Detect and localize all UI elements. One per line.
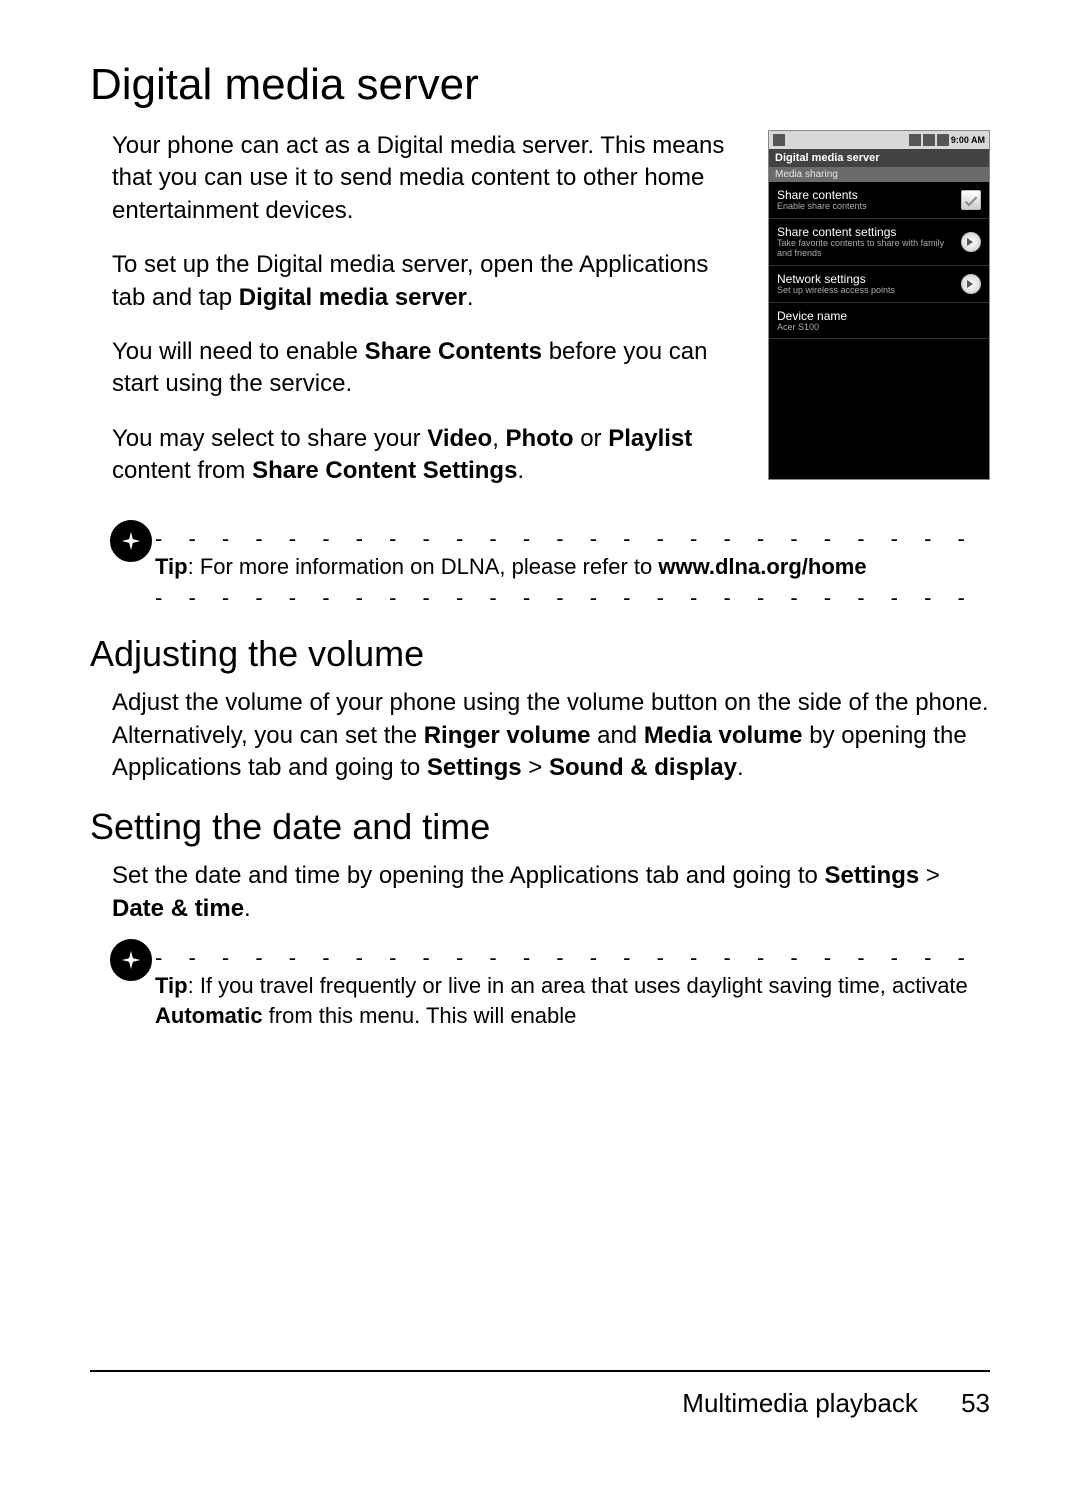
list-item-title: Network settings xyxy=(777,272,961,286)
list-item[interactable]: Share content settings Take favorite con… xyxy=(769,219,989,266)
text: , xyxy=(492,425,505,452)
divider: - - - - - - - - - - - - - - - - - - - - … xyxy=(155,528,990,546)
list-item-sub: Take favorite contents to share with fam… xyxy=(777,239,961,259)
text-bold: Date & time xyxy=(112,895,244,922)
divider: - - - - - - - - - - - - - - - - - - - - … xyxy=(155,947,990,965)
chevron-right-icon[interactable] xyxy=(961,274,981,294)
list-item[interactable]: Share contents Enable share contents xyxy=(769,182,989,219)
list-item[interactable]: Device name Acer S100 xyxy=(769,303,989,340)
text: You may select to share your xyxy=(112,425,427,452)
text-bold: Share Content Settings xyxy=(252,457,517,484)
text: : If you travel frequently or live in an… xyxy=(188,973,968,998)
phone-title: Digital media server xyxy=(769,149,989,167)
tip-text: Tip: For more information on DLNA, pleas… xyxy=(155,552,990,582)
text-bold: Photo xyxy=(506,425,574,452)
text: > xyxy=(919,862,940,889)
list-item-title: Device name xyxy=(777,309,981,323)
text: . xyxy=(244,895,251,922)
text-bold: Settings xyxy=(427,754,522,781)
phone-empty-area xyxy=(769,339,989,479)
text: : For more information on DLNA, please r… xyxy=(188,554,659,579)
page-title: Digital media server xyxy=(90,60,990,110)
notification-icon xyxy=(773,134,785,146)
phone-section: Media sharing xyxy=(769,167,989,182)
list-item[interactable]: Network settings Set up wireless access … xyxy=(769,266,989,303)
text-bold: Playlist xyxy=(608,425,692,452)
text-bold: Digital media server xyxy=(239,284,467,311)
signal-icon xyxy=(923,134,935,146)
list-item-title: Share contents xyxy=(777,188,961,202)
tip-label: Tip xyxy=(155,554,188,579)
battery-icon xyxy=(937,134,949,146)
checkbox-icon[interactable] xyxy=(961,190,981,210)
list-item-title: Share content settings xyxy=(777,225,961,239)
footer-section: Multimedia playback xyxy=(682,1388,918,1418)
text-bold: Settings xyxy=(825,862,920,889)
page-number: 53 xyxy=(961,1388,990,1419)
chevron-right-icon[interactable] xyxy=(961,232,981,252)
text-bold: Sound & display xyxy=(549,754,737,781)
paragraph: You will need to enable Share Contents b… xyxy=(90,336,748,401)
section-heading: Setting the date and time xyxy=(90,806,990,848)
tip-block: - - - - - - - - - - - - - - - - - - - - … xyxy=(90,528,990,606)
text: . xyxy=(467,284,474,311)
text-bold: Automatic xyxy=(155,1003,263,1028)
text: You will need to enable xyxy=(112,338,365,365)
list-item-sub: Acer S100 xyxy=(777,323,981,333)
phone-screenshot: 9:00 AM Digital media server Media shari… xyxy=(768,130,990,480)
tip-label: Tip xyxy=(155,973,188,998)
list-item-sub: Enable share contents xyxy=(777,202,961,212)
text-bold: Share Contents xyxy=(365,338,542,365)
text: > xyxy=(522,754,549,781)
text: or xyxy=(574,425,609,452)
text: . xyxy=(517,457,524,484)
status-time: 9:00 AM xyxy=(951,135,985,145)
text-bold: Ringer volume xyxy=(424,722,591,749)
text: content from xyxy=(112,457,252,484)
paragraph: Adjust the volume of your phone using th… xyxy=(90,687,990,784)
paragraph: You may select to share your Video, Phot… xyxy=(90,423,748,488)
list-item-sub: Set up wireless access points xyxy=(777,286,961,296)
tip-icon xyxy=(110,520,152,562)
text: and xyxy=(590,722,643,749)
divider: - - - - - - - - - - - - - - - - - - - - … xyxy=(155,587,990,605)
text-bold: Media volume xyxy=(644,722,803,749)
text-bold: Video xyxy=(427,425,492,452)
paragraph: Your phone can act as a Digital media se… xyxy=(90,130,748,227)
text: . xyxy=(737,754,744,781)
page-footer: Multimedia playback 53 xyxy=(90,1370,990,1419)
network-3g-icon xyxy=(909,134,921,146)
text: from this menu. This will enable xyxy=(263,1003,577,1028)
paragraph: To set up the Digital media server, open… xyxy=(90,249,748,314)
link-text: www.dlna.org/home xyxy=(658,554,866,579)
tip-block: - - - - - - - - - - - - - - - - - - - - … xyxy=(90,947,990,1030)
footer-divider xyxy=(90,1370,990,1372)
tip-text: Tip: If you travel frequently or live in… xyxy=(155,971,990,1030)
phone-statusbar: 9:00 AM xyxy=(769,131,989,149)
tip-icon xyxy=(110,939,152,981)
section-heading: Adjusting the volume xyxy=(90,633,990,675)
paragraph: Set the date and time by opening the App… xyxy=(90,860,990,925)
text: Set the date and time by opening the App… xyxy=(112,862,825,889)
